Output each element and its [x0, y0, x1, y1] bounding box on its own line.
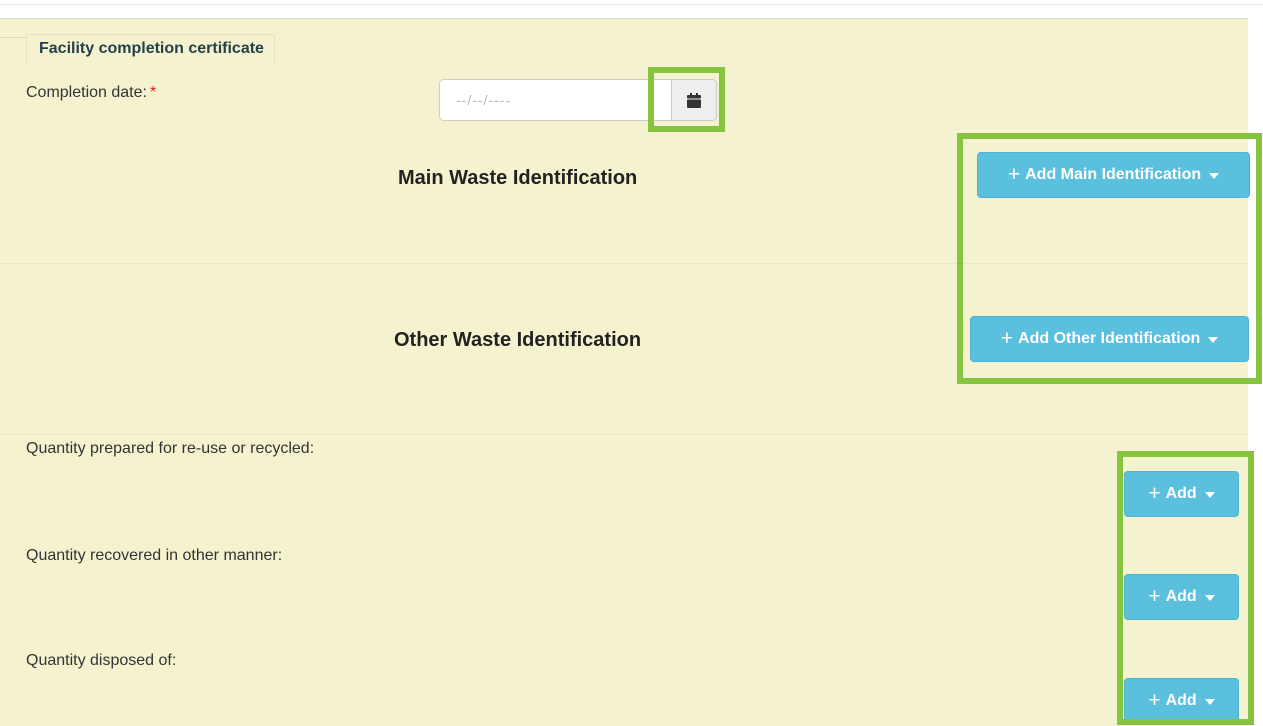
- add-other-identification-button[interactable]: + Add Other Identification: [970, 316, 1249, 362]
- caret-down-icon: [1204, 492, 1215, 498]
- caret-down-icon: [1204, 595, 1215, 601]
- quantity-disposed-label: Quantity disposed of:: [26, 652, 177, 669]
- add-quantity-reuse-label: Add: [1165, 485, 1197, 502]
- required-marker: *: [149, 84, 157, 101]
- plus-icon: +: [1000, 326, 1014, 350]
- main-waste-title: Main Waste Identification: [398, 167, 638, 189]
- section-divider: [0, 434, 1248, 435]
- section-legend-text: Facility completion certificate: [39, 40, 264, 57]
- top-border: [0, 0, 1263, 5]
- add-main-identification-button[interactable]: + Add Main Identification: [977, 152, 1250, 198]
- plus-icon: +: [1148, 688, 1161, 712]
- other-waste-title: Other Waste Identification: [394, 329, 642, 351]
- section-divider: [0, 263, 1248, 264]
- caret-down-icon: [1209, 173, 1220, 179]
- quantity-recovered-label: Quantity recovered in other manner:: [26, 547, 283, 564]
- plus-icon: +: [1148, 584, 1161, 608]
- add-other-identification-label: Add Other Identification: [1018, 330, 1201, 347]
- add-quantity-recovered-button[interactable]: + Add: [1124, 574, 1239, 620]
- add-quantity-disposed-label: Add: [1165, 692, 1197, 709]
- panel-border-left: [0, 37, 26, 38]
- calendar-icon: [687, 92, 701, 108]
- facility-completion-panel: Facility completion certificate: [0, 18, 1248, 726]
- add-quantity-reuse-button[interactable]: + Add: [1124, 471, 1239, 517]
- caret-down-icon: [1208, 337, 1219, 343]
- add-quantity-disposed-button[interactable]: + Add: [1124, 678, 1239, 724]
- completion-date-label-text: Completion date:: [26, 84, 147, 101]
- plus-icon: +: [1007, 162, 1021, 186]
- quantity-reuse-label: Quantity prepared for re-use or recycled…: [26, 440, 315, 457]
- add-main-identification-label: Add Main Identification: [1025, 166, 1202, 183]
- caret-down-icon: [1204, 699, 1215, 705]
- plus-icon: +: [1148, 481, 1161, 505]
- completion-date-input[interactable]: [439, 79, 671, 121]
- completion-date-label: Completion date: *: [26, 84, 156, 102]
- add-quantity-recovered-label: Add: [1165, 588, 1197, 605]
- calendar-button[interactable]: [671, 79, 717, 121]
- section-legend: Facility completion certificate: [26, 34, 275, 62]
